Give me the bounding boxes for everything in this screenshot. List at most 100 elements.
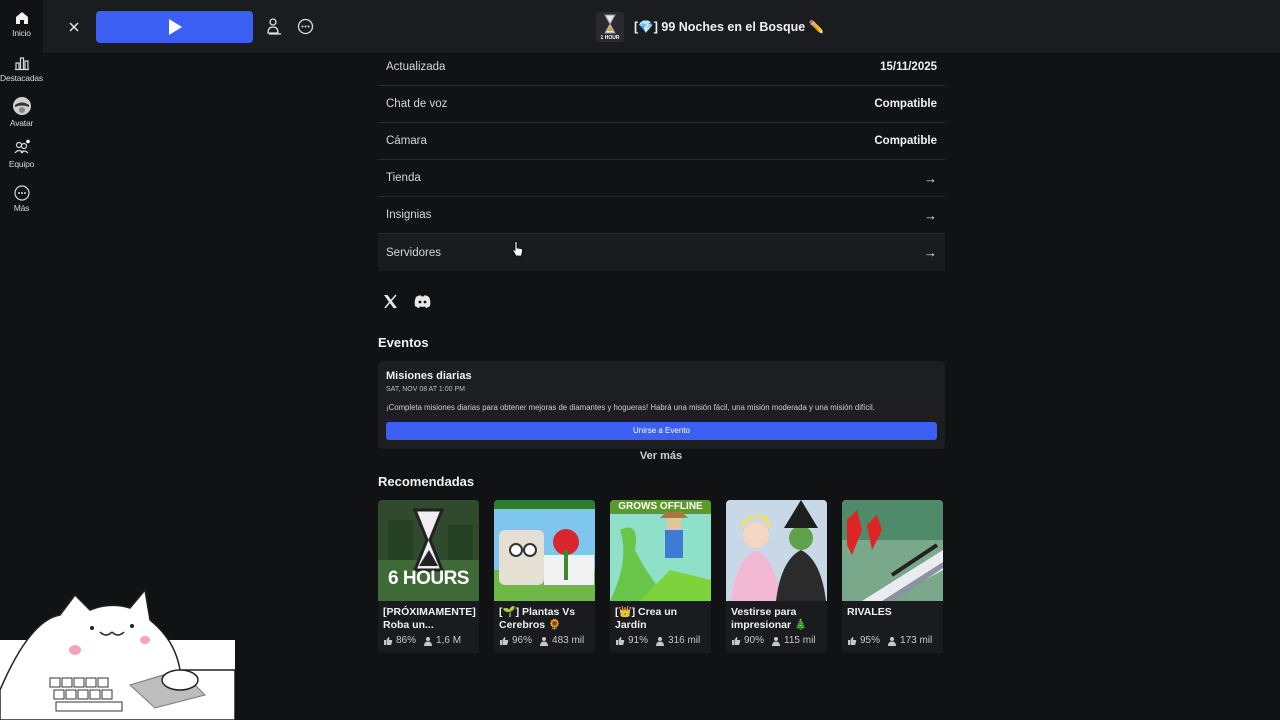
players-icon <box>656 636 665 646</box>
game-stats: 96% 483 mil <box>499 635 584 646</box>
info-row-badges[interactable]: Insignias → <box>378 197 945 234</box>
hourglass-icon <box>604 14 616 34</box>
thumbs-up-icon <box>848 636 857 645</box>
info-row-camera: Cámara Compatible <box>378 123 945 160</box>
game-rating: 95% <box>860 635 881 646</box>
game-stats: 95% 173 mil <box>847 635 932 646</box>
more-icon <box>13 185 30 201</box>
chart-icon <box>14 57 29 71</box>
players-icon <box>888 636 897 646</box>
game-players: 173 mil <box>900 635 933 646</box>
game-card[interactable]: GROWS OFFLINE [👑] Crea un Jardín 91% 316… <box>610 500 711 653</box>
x-twitter-icon[interactable] <box>383 294 398 309</box>
thumb-text: GROWS OFFLINE <box>618 501 703 512</box>
team-icon <box>14 139 30 154</box>
social-links <box>383 294 431 309</box>
info-label: Insignias <box>386 209 432 221</box>
nav-label: Inicio <box>12 28 31 38</box>
game-thumbnail-art <box>494 500 595 601</box>
game-title: [👑] Crea un Jardín <box>615 606 678 631</box>
game-title: [💎] 99 Noches en el Bosque ✏️ <box>634 19 825 34</box>
play-icon <box>169 19 182 35</box>
discord-icon[interactable] <box>414 294 431 309</box>
game-players: 115 mil <box>784 635 816 646</box>
recommended-heading: Recomendadas <box>378 474 475 489</box>
home-icon <box>15 12 28 24</box>
game-players: 1,6 M <box>436 635 462 646</box>
info-value: Compatible <box>874 98 937 110</box>
game-card[interactable]: RIVALES 95% 173 mil <box>842 500 943 653</box>
play-button[interactable] <box>96 11 253 43</box>
info-label: Servidores <box>386 246 441 259</box>
game-rating: 96% <box>512 635 533 646</box>
close-icon[interactable] <box>63 16 85 38</box>
hand-cursor-icon <box>512 241 523 257</box>
event-description: ¡Completa misiones diarias para obtener … <box>386 403 875 412</box>
game-thumbnail-art <box>726 500 827 601</box>
game-title-area: 1 HOUR [💎] 99 Noches en el Bosque ✏️ <box>596 10 824 44</box>
arrow-right-icon: → <box>924 245 937 260</box>
info-label: Cámara <box>386 135 427 147</box>
info-label: Actualizada <box>386 61 446 73</box>
game-thumbnail <box>494 500 595 601</box>
game-thumbnail: 6 HOURS <box>378 500 479 601</box>
events-heading: Eventos <box>378 335 429 350</box>
avatar-icon <box>12 97 31 115</box>
game-title: RIVALES <box>847 606 892 618</box>
game-card[interactable]: 6 HOURS [PRÓXIMAMENTE] Roba un... 86% 1,… <box>378 500 479 653</box>
game-thumbnail: 1 HOUR <box>596 12 624 42</box>
event-title: Misiones diarias <box>386 370 472 382</box>
thumbs-up-icon <box>384 636 393 645</box>
players-icon <box>772 636 781 646</box>
game-card[interactable]: [🌱] Plantas Vs Cerebros 🌻 96% 483 mil <box>494 500 595 653</box>
info-label: Tienda <box>386 172 421 184</box>
game-card[interactable]: Vestirse para impresionar 🎄 90% 115 mil <box>726 500 827 653</box>
thumb-text: 1 HOUR <box>600 35 620 41</box>
info-value: Compatible <box>874 135 937 147</box>
info-value: 15/11/2025 <box>880 61 937 73</box>
event-card: Misiones diarias SAT, NOV 08 AT 1:00 PM … <box>378 361 945 449</box>
game-title: [🌱] Plantas Vs Cerebros 🌻 <box>499 606 576 631</box>
arrow-right-icon: → <box>924 170 937 186</box>
nav-label: Más <box>13 203 30 213</box>
cat-keyboard-overlay <box>0 588 235 720</box>
thumb-text: 6 HOURS <box>388 568 469 589</box>
info-label: Chat de voz <box>386 98 448 110</box>
game-thumbnail <box>726 500 827 601</box>
game-info-list: Actualizada 15/11/2025 Chat de voz Compa… <box>378 49 945 271</box>
game-thumbnail: GROWS OFFLINE <box>610 500 711 601</box>
nav-item-avatar[interactable]: Avatar <box>0 96 43 128</box>
game-stats: 86% 1,6 M <box>383 635 461 646</box>
see-more-link[interactable]: Ver más <box>620 450 702 462</box>
info-row-updated: Actualizada 15/11/2025 <box>378 49 945 86</box>
game-stats: 90% 115 mil <box>731 635 816 646</box>
info-row-voice-chat: Chat de voz Compatible <box>378 86 945 123</box>
nav-item-inicio[interactable]: Inicio <box>0 10 43 38</box>
thumbs-up-icon <box>500 636 509 645</box>
more-options-icon[interactable] <box>297 18 314 35</box>
thumbs-up-icon <box>616 636 625 645</box>
top-bar: 1 HOUR [💎] 99 Noches en el Bosque ✏️ <box>43 0 1280 53</box>
user-add-icon[interactable] <box>265 16 283 36</box>
nav-label: Equipo <box>8 159 35 169</box>
players-icon <box>424 636 433 646</box>
join-event-button[interactable]: Unirse a Evento <box>386 422 937 440</box>
players-icon <box>540 636 549 646</box>
game-rating: 90% <box>744 635 765 646</box>
game-title: [PRÓXIMAMENTE] Roba un... <box>383 606 476 631</box>
game-players: 483 mil <box>552 635 585 646</box>
game-thumbnail <box>842 500 943 601</box>
nav-item-destacadas[interactable]: Destacadas <box>0 55 43 83</box>
nav-item-equipo[interactable]: Equipo <box>0 139 43 169</box>
game-thumbnail-art <box>842 500 943 601</box>
info-row-servers[interactable]: Servidores → <box>378 234 945 271</box>
game-rating: 86% <box>396 635 417 646</box>
thumbs-up-icon <box>732 636 741 645</box>
event-date: SAT, NOV 08 AT 1:00 PM <box>386 386 465 393</box>
game-thumbnail-art <box>610 500 711 601</box>
game-title: Vestirse para impresionar 🎄 <box>731 606 808 631</box>
nav-item-mas[interactable]: Más <box>0 185 43 213</box>
arrow-right-icon: → <box>924 207 937 223</box>
info-row-store[interactable]: Tienda → <box>378 160 945 197</box>
game-rating: 91% <box>628 635 649 646</box>
